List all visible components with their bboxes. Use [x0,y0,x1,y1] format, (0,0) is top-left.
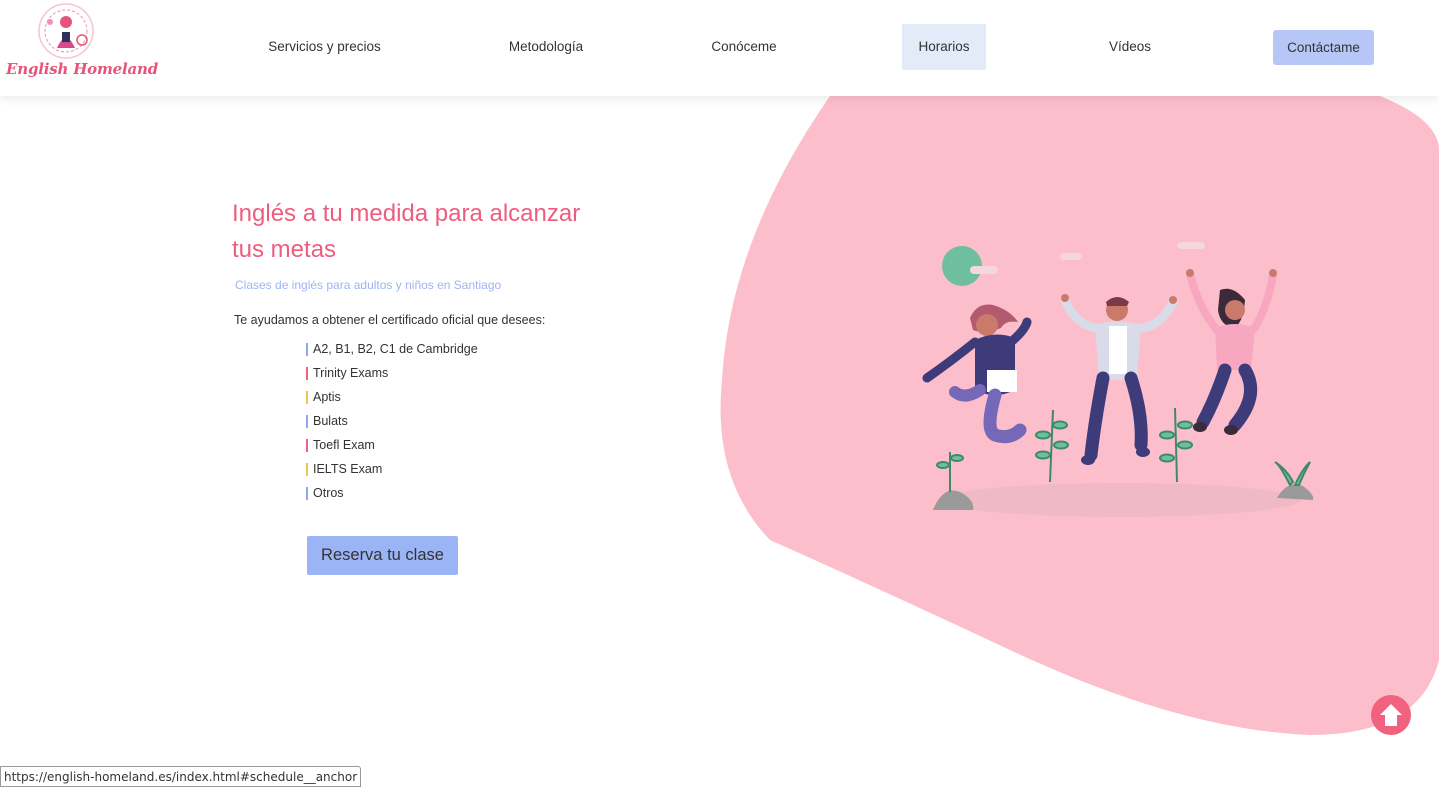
list-item: Aptis [306,390,478,414]
list-bullet-bar [306,367,308,380]
list-bullet-bar [306,415,308,428]
logo-badge-icon [38,3,94,59]
certificate-label: IELTS Exam [313,462,383,476]
nav-conoceme[interactable]: Conóceme [697,24,791,70]
list-bullet-bar [306,487,308,500]
hero-subtitle: Clases de inglés para adultos y niños en… [235,278,502,292]
logo-text: English Homeland [6,60,159,78]
nav-horarios[interactable]: Horarios [902,24,986,70]
arrow-up-circle-icon [1380,704,1402,726]
list-item: IELTS Exam [306,462,478,486]
site-logo[interactable]: English Homeland [6,2,159,90]
nav-videos[interactable]: Vídeos [1094,24,1166,70]
list-bullet-bar [306,391,308,404]
certificate-label: Trinity Exams [313,366,389,380]
list-bullet-bar [306,343,308,356]
browser-status-url: https://english-homeland.es/index.html#s… [0,766,362,787]
list-item: Toefl Exam [306,438,478,462]
scroll-to-top-button[interactable] [1371,695,1411,735]
nav-servicios-y-precios[interactable]: Servicios y precios [252,24,397,70]
list-bullet-bar [306,463,308,476]
certificate-label: A2, B1, B2, C1 de Cambridge [313,342,478,356]
hero-intro: Te ayudamos a obtener el certificado ofi… [234,313,546,327]
list-item: Otros [306,486,478,510]
certificate-label: Otros [313,486,344,500]
certificate-label: Toefl Exam [313,438,375,452]
nav-contactame-button[interactable]: Contáctame [1273,30,1374,65]
list-bullet-bar [306,439,308,452]
jumping-people-illustration [922,242,1314,517]
list-item: A2, B1, B2, C1 de Cambridge [306,342,478,366]
certificate-list: A2, B1, B2, C1 de Cambridge Trinity Exam… [306,342,478,510]
list-item: Trinity Exams [306,366,478,390]
certificate-label: Bulats [313,414,348,428]
certificate-label: Aptis [313,390,341,404]
list-item: Bulats [306,414,478,438]
nav-metodologia[interactable]: Metodología [492,24,600,70]
hero-title: Inglés a tu medida para alcanzar tus met… [232,200,581,263]
reserve-class-button[interactable]: Reserva tu clase [307,536,458,575]
site-header: English Homeland Servicios y precios Met… [0,0,1439,96]
